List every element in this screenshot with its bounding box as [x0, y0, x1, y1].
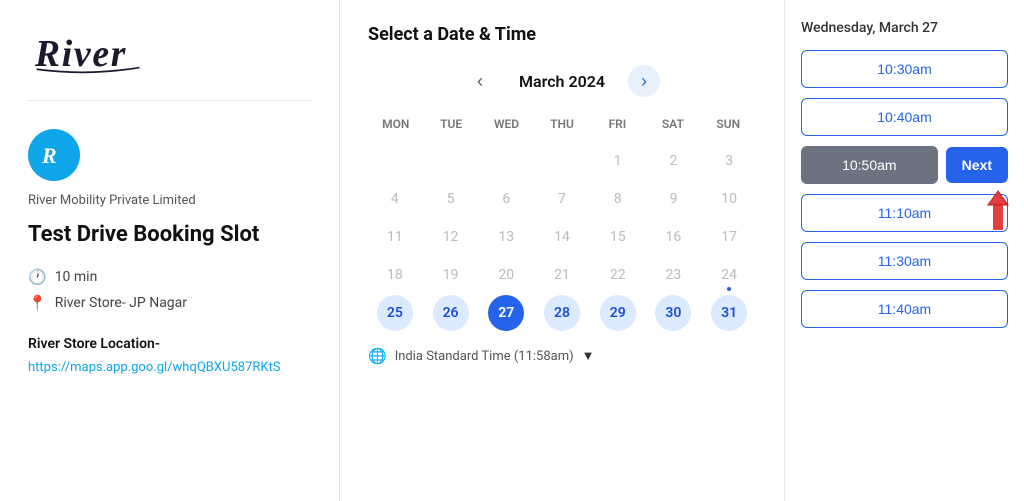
- calendar-grid: MON TUE WED THU FRI SAT SUN 1 2 3 4 5: [368, 113, 756, 331]
- timeslot-button-1030[interactable]: 10:30am: [801, 50, 1008, 88]
- cal-cell-10: 10: [711, 181, 747, 217]
- cal-cell-13: 13: [488, 219, 524, 255]
- cal-cell-22: 22: [600, 257, 636, 293]
- timeslot-button-1050[interactable]: 10:50am: [801, 146, 938, 184]
- cal-cell-empty: [433, 143, 469, 179]
- timeslot-row-5: 11:40am: [801, 290, 1008, 328]
- timeslot-row-0: 10:30am: [801, 50, 1008, 88]
- cal-cell-3: 3: [711, 143, 747, 179]
- cal-cell-1: 1: [600, 143, 636, 179]
- timezone-section: 🌐 India Standard Time (11:58am) ▼: [368, 347, 756, 365]
- cal-cell-2: 2: [655, 143, 691, 179]
- cal-cell-18: 18: [377, 257, 413, 293]
- cal-cell-24: 24: [711, 257, 747, 293]
- location-row: 📍 River Store- JP Nagar: [28, 294, 311, 312]
- timeslot-panel: Wednesday, March 27 10:30am 10:40am 10:5…: [784, 0, 1024, 501]
- meta-info: 🕐 10 min 📍 River Store- JP Nagar: [28, 268, 311, 312]
- cal-header-sat: SAT: [645, 113, 700, 135]
- cal-cell-14: 14: [544, 219, 580, 255]
- cal-cell-30[interactable]: 30: [655, 295, 691, 331]
- cal-cell-29[interactable]: 29: [600, 295, 636, 331]
- cal-cell-empty: [377, 143, 413, 179]
- section-title: Select a Date & Time: [368, 24, 756, 45]
- calendar-header: MON TUE WED THU FRI SAT SUN: [368, 113, 756, 135]
- svg-text:River: River: [34, 33, 127, 75]
- cal-cell-20: 20: [488, 257, 524, 293]
- cal-cell-25[interactable]: 25: [377, 295, 413, 331]
- river-logo: River: [28, 24, 148, 76]
- right-panel: Select a Date & Time ‹ March 2024 › MON …: [340, 0, 1024, 501]
- timezone-dropdown-icon[interactable]: ▼: [582, 348, 595, 364]
- cal-cell-empty: [488, 143, 524, 179]
- timeslot-button-1040[interactable]: 10:40am: [801, 98, 1008, 136]
- cal-header-wed: WED: [479, 113, 534, 135]
- cal-cell-7: 7: [544, 181, 580, 217]
- cal-header-sun: SUN: [701, 113, 756, 135]
- cal-cell-6: 6: [488, 181, 524, 217]
- location-section: River Store Location- https://maps.app.g…: [28, 336, 311, 375]
- red-arrow-annotation: [980, 187, 1016, 239]
- cal-cell-empty: [544, 143, 580, 179]
- cal-cell-26[interactable]: 26: [433, 295, 469, 331]
- location-label: River Store Location-: [28, 336, 311, 352]
- cal-cell-8: 8: [600, 181, 636, 217]
- duration-row: 🕐 10 min: [28, 268, 311, 286]
- timezone-icon: 🌐: [368, 347, 387, 365]
- timeslot-date: Wednesday, March 27: [801, 20, 1008, 36]
- location-icon: 📍: [28, 294, 47, 312]
- cal-cell-28[interactable]: 28: [544, 295, 580, 331]
- cal-cell-12: 12: [433, 219, 469, 255]
- prev-month-button[interactable]: ‹: [464, 65, 496, 97]
- duration-label: 10 min: [55, 269, 98, 285]
- location-link[interactable]: https://maps.app.goo.gl/whqQBXU587RKtS: [28, 360, 281, 375]
- month-label: March 2024: [512, 72, 612, 91]
- timeslot-button-1110[interactable]: 11:10am: [801, 194, 1008, 232]
- left-panel: River R River Mobility Private Limited T…: [0, 0, 340, 501]
- timeslot-button-1130[interactable]: 11:30am: [801, 242, 1008, 280]
- cal-cell-5: 5: [433, 181, 469, 217]
- calendar-nav: ‹ March 2024 ›: [368, 65, 756, 97]
- cal-header-thu: THU: [534, 113, 589, 135]
- cal-cell-19: 19: [433, 257, 469, 293]
- calendar-body: 1 2 3 4 5 6 7 8 9 10 11 12 13 14 15 16 1…: [368, 143, 756, 331]
- timeslot-row-3: 11:10am: [801, 194, 1008, 232]
- timeslot-row-2: 10:50am Next: [801, 146, 1008, 184]
- cal-cell-31[interactable]: 31: [711, 295, 747, 331]
- brand-name: River Mobility Private Limited: [28, 193, 311, 208]
- cal-cell-9: 9: [655, 181, 691, 217]
- calendar-section: Select a Date & Time ‹ March 2024 › MON …: [340, 0, 784, 501]
- svg-text:R: R: [41, 143, 57, 168]
- service-title: Test Drive Booking Slot: [28, 222, 311, 248]
- red-up-arrow-icon: [980, 187, 1016, 235]
- timeslot-button-1140[interactable]: 11:40am: [801, 290, 1008, 328]
- cal-cell-17: 17: [711, 219, 747, 255]
- cal-cell-23: 23: [655, 257, 691, 293]
- timeslot-row-4: 11:30am: [801, 242, 1008, 280]
- cal-cell-4: 4: [377, 181, 413, 217]
- logo-area: River: [28, 24, 311, 101]
- clock-icon: 🕐: [28, 268, 47, 286]
- next-month-button[interactable]: ›: [628, 65, 660, 97]
- cal-cell-27[interactable]: 27: [488, 295, 524, 331]
- cal-cell-21: 21: [544, 257, 580, 293]
- brand-icon: R: [28, 129, 80, 181]
- cal-header-fri: FRI: [590, 113, 645, 135]
- cal-header-tue: TUE: [423, 113, 478, 135]
- brand-section: R River Mobility Private Limited Test Dr…: [28, 129, 311, 375]
- location-name: River Store- JP Nagar: [55, 295, 187, 311]
- timezone-label: India Standard Time (11:58am): [395, 349, 574, 364]
- timeslot-row-1: 10:40am: [801, 98, 1008, 136]
- cal-cell-15: 15: [600, 219, 636, 255]
- cal-header-mon: MON: [368, 113, 423, 135]
- cal-cell-11: 11: [377, 219, 413, 255]
- cal-cell-16: 16: [655, 219, 691, 255]
- brand-icon-svg: R: [38, 139, 70, 171]
- next-button[interactable]: Next: [946, 147, 1008, 183]
